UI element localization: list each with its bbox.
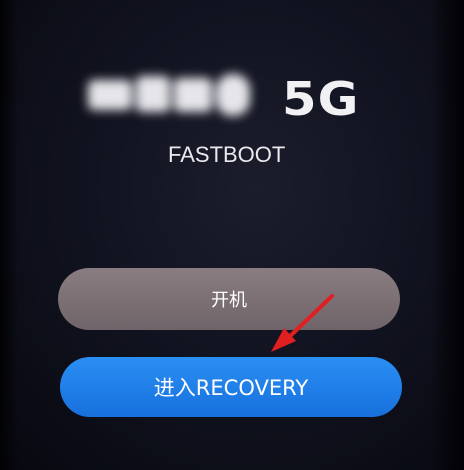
fastboot-screen: 5G FASTBOOT 开机 进入RECOVERY xyxy=(0,0,464,470)
annotation-arrow-icon xyxy=(271,294,334,352)
